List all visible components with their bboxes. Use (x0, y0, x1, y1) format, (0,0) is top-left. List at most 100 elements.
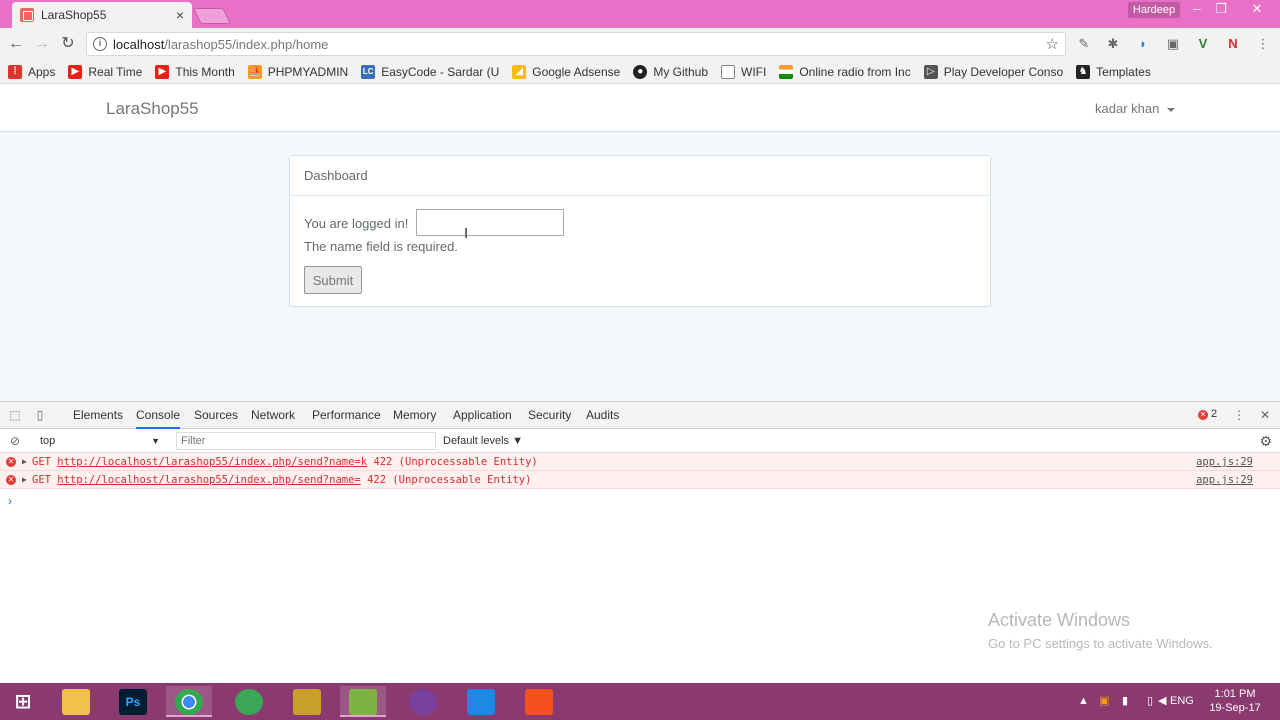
tray-expand-icon[interactable]: ▲ (1078, 683, 1089, 720)
dropdown-arrow-icon: ▼ (151, 436, 160, 446)
hamster-app-icon (409, 689, 437, 715)
tab-performance[interactable]: Performance (312, 402, 381, 429)
reload-icon[interactable]: ↻ (58, 34, 78, 54)
xampp-icon (525, 689, 553, 715)
devtools-close-icon[interactable]: ✕ (1258, 408, 1272, 422)
taskbar-clock[interactable]: 1:01 PM 19-Sep-17 (1205, 687, 1265, 715)
language-indicator[interactable]: ENG (1170, 683, 1194, 720)
device-toolbar-icon[interactable]: ▯ (33, 408, 47, 422)
bookmark-item[interactable]: ♞ Templates (1076, 64, 1151, 79)
address-bar[interactable]: i localhost /larashop55/index.php/home ☆ (86, 32, 1066, 56)
info-icon[interactable]: i (93, 37, 107, 51)
back-arrow-icon[interactable]: ← (6, 34, 26, 54)
spider-extension-icon[interactable]: ✱ (1105, 36, 1121, 52)
profile-badge[interactable]: Hardeep (1128, 2, 1180, 18)
browser-menu-icon[interactable]: ⋮ (1255, 36, 1271, 52)
taskbar-app[interactable] (340, 686, 386, 717)
activate-windows-title: Activate Windows (988, 610, 1131, 630)
github-icon: ● (633, 64, 648, 79)
tab-elements[interactable]: Elements (73, 402, 123, 429)
clear-console-icon[interactable]: ⊘ (8, 434, 22, 448)
source-link[interactable]: app.js:29 (1196, 471, 1253, 489)
close-window-icon[interactable]: ✕ (1244, 0, 1270, 20)
gear-icon[interactable]: ⚙ (1259, 433, 1272, 450)
tab-sources[interactable]: Sources (194, 402, 238, 429)
tab-security[interactable]: Security (528, 402, 571, 429)
tab-memory[interactable]: Memory (393, 402, 436, 429)
taskbar-app[interactable] (458, 686, 504, 717)
tab-application[interactable]: Application (453, 402, 512, 429)
log-levels-dropdown[interactable]: Default levels ▼ (443, 432, 523, 450)
inspect-element-icon[interactable]: ⬚ (8, 408, 22, 422)
source-link[interactable]: app.js:29 (1196, 453, 1253, 471)
error-icon: ✕ (6, 457, 16, 467)
user-menu-dropdown[interactable]: kadar khan (1095, 101, 1175, 116)
console-prompt[interactable]: › (8, 494, 12, 508)
tab-console[interactable]: Console (136, 402, 181, 429)
sublime-notepad-icon (349, 689, 377, 715)
devtools-tab-bar: ⬚ ▯ Elements Console Sources Network Per… (0, 402, 1280, 429)
submit-button[interactable]: Submit (304, 266, 362, 294)
signal-icon[interactable]: ▮ (1122, 683, 1128, 720)
start-button[interactable]: ⊞ (0, 686, 46, 717)
volume-icon[interactable]: ◀ (1158, 683, 1166, 720)
page-icon (721, 64, 736, 79)
bookmark-item[interactable]: Online radio from Inc (779, 64, 911, 79)
browser-tab-active[interactable]: LaraShop55 × (12, 2, 192, 28)
bookmark-item[interactable]: ⁞ Apps (8, 64, 55, 79)
minimize-icon[interactable]: – (1184, 0, 1210, 20)
taskbar-app[interactable] (166, 686, 212, 717)
console-filter-input[interactable] (176, 432, 436, 450)
photoshop-icon: Ps (119, 689, 147, 715)
devtools-panel: ⬚ ▯ Elements Console Sources Network Per… (0, 401, 1280, 683)
bookmark-item[interactable]: ▷ Play Developer Conso (923, 64, 1063, 79)
taskbar-app[interactable] (226, 686, 272, 717)
vue-devtools-icon[interactable]: V (1195, 36, 1211, 52)
adsense-icon: ◢ (512, 64, 527, 79)
expand-triangle-icon[interactable]: ▶ (22, 471, 27, 489)
xampp-tray-icon[interactable]: ▣ (1099, 683, 1109, 720)
clock-date: 19-Sep-17 (1209, 702, 1261, 714)
clock-time: 1:01 PM (1214, 688, 1256, 700)
console-error-row[interactable]: ✕ ▶ GET http://localhost/larashop55/inde… (0, 453, 1280, 471)
brand-link[interactable]: LaraShop55 (106, 99, 199, 119)
dropdown-arrow-icon: ▼ (512, 435, 523, 447)
n-extension-icon[interactable]: N (1225, 36, 1241, 52)
save-extension-icon[interactable]: ▣ (1165, 36, 1181, 52)
wave-extension-icon[interactable]: ◗ (1135, 36, 1151, 52)
devtools-menu-icon[interactable]: ⋮ (1232, 408, 1246, 422)
globe-app-icon (235, 689, 263, 715)
tab-audits[interactable]: Audits (586, 402, 619, 429)
bookmark-item[interactable]: LC EasyCode - Sardar (U (361, 64, 499, 79)
bookmark-item[interactable]: ● My Github (633, 64, 708, 79)
request-url-link[interactable]: http://localhost/larashop55/index.php/se… (57, 474, 360, 486)
request-url-link[interactable]: http://localhost/larashop55/index.php/se… (57, 456, 367, 468)
bookmark-item[interactable]: ⛵ PHPMYADMIN (247, 64, 348, 79)
youtube-icon: ▶ (68, 64, 83, 79)
taskbar-app[interactable]: Ps (110, 686, 156, 717)
console-error-row[interactable]: ✕ ▶ GET http://localhost/larashop55/inde… (0, 471, 1280, 489)
taskbar-app[interactable] (400, 686, 446, 717)
bookmark-item[interactable]: WIFI (721, 64, 766, 79)
restore-icon[interactable]: ❐ (1208, 0, 1234, 20)
bookmark-item[interactable]: ◢ Google Adsense (512, 64, 620, 79)
tab-network[interactable]: Network (251, 402, 295, 429)
taskbar-app[interactable] (284, 686, 330, 717)
bookmark-item[interactable]: ▶ Real Time (68, 64, 142, 79)
file-explorer-icon (62, 689, 90, 715)
taskbar-app[interactable] (53, 686, 99, 717)
eyedropper-extension-icon[interactable]: ✎ (1076, 36, 1092, 52)
error-count-badge[interactable]: ✕ 2 (1198, 408, 1217, 420)
taskbar-app[interactable] (516, 686, 562, 717)
bookmark-star-icon[interactable]: ☆ (1046, 35, 1059, 53)
bookmark-item[interactable]: ▶ This Month (155, 64, 235, 79)
name-input[interactable] (416, 209, 564, 236)
tab-close-icon[interactable]: × (176, 7, 184, 23)
battery-icon[interactable]: ▯ (1147, 683, 1153, 720)
forward-arrow-icon[interactable]: → (32, 34, 52, 54)
context-select[interactable]: top ▼ (34, 432, 164, 450)
expand-triangle-icon[interactable]: ▶ (22, 453, 27, 471)
new-tab-button[interactable] (193, 8, 231, 24)
dashboard-panel: Dashboard You are logged in! The name fi… (289, 155, 991, 307)
phpmyadmin-icon: ⛵ (247, 64, 262, 79)
